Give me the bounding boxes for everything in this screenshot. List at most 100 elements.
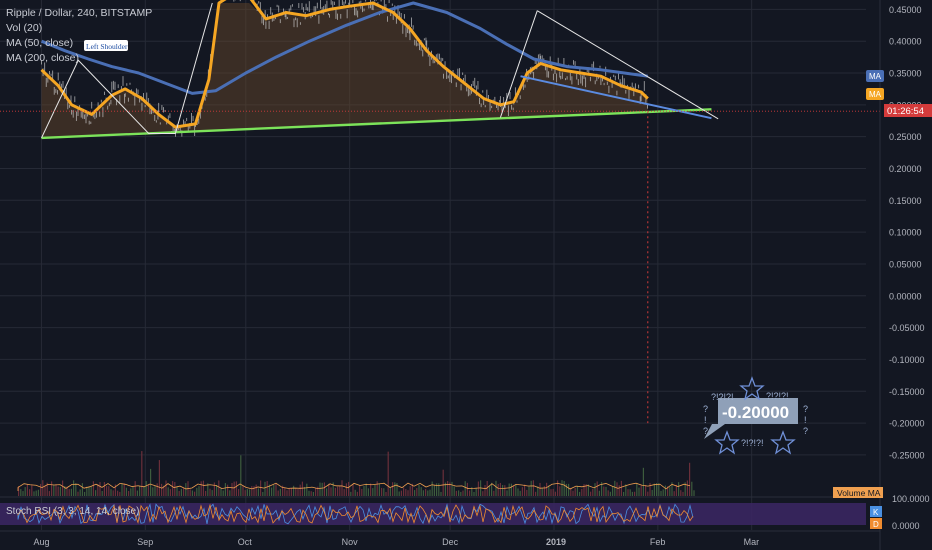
volume-bar bbox=[286, 490, 288, 496]
volume-bar bbox=[372, 488, 374, 496]
volume-bar bbox=[57, 486, 59, 496]
volume-bar bbox=[616, 482, 618, 496]
x-tick-label: Nov bbox=[342, 537, 359, 547]
volume-bar bbox=[563, 481, 565, 496]
y-tick-label: 0.05000 bbox=[889, 259, 922, 269]
volume-bar bbox=[546, 482, 548, 496]
volume-bar bbox=[200, 481, 202, 496]
symbol-title: Ripple / Dollar, 240, BITSTAMP bbox=[6, 7, 153, 19]
volume-bar bbox=[293, 485, 295, 496]
volume-bar bbox=[682, 491, 684, 496]
volume-bar bbox=[469, 490, 471, 496]
volume-bar bbox=[568, 483, 570, 496]
volume-bar bbox=[297, 488, 299, 496]
qmark-left3: ? bbox=[703, 426, 708, 436]
volume-bar bbox=[418, 484, 420, 496]
volume-bar bbox=[431, 481, 433, 496]
indicator-ma200[interactable]: MA (200, close) bbox=[6, 51, 152, 66]
volume-bar bbox=[62, 480, 64, 496]
volume-bar bbox=[202, 480, 204, 496]
stoch-axis-100: 100.0000 bbox=[892, 494, 930, 504]
volume-bar bbox=[376, 481, 378, 496]
volume-bar bbox=[176, 486, 178, 496]
volume-bar bbox=[264, 481, 266, 496]
volume-bar bbox=[246, 489, 248, 496]
volume-bar bbox=[660, 490, 662, 496]
volume-bar bbox=[88, 486, 90, 496]
volume-bar bbox=[515, 485, 517, 496]
x-tick-label: Mar bbox=[744, 537, 760, 547]
volume-bar bbox=[686, 480, 688, 496]
ma200-tag: MA bbox=[869, 72, 882, 81]
volume-bar bbox=[134, 481, 136, 496]
volume-bar bbox=[345, 483, 347, 496]
volume-bar bbox=[161, 483, 163, 496]
volume-bar bbox=[517, 488, 519, 496]
volume-bar bbox=[557, 480, 559, 496]
volume-bar bbox=[169, 489, 171, 496]
volume-bar bbox=[605, 486, 607, 496]
volume-bar bbox=[220, 487, 222, 496]
volume-bar bbox=[33, 491, 35, 496]
volume-bar bbox=[147, 484, 149, 496]
volume-bar bbox=[383, 488, 385, 496]
volume-bar bbox=[370, 483, 372, 496]
volume-bar bbox=[460, 491, 462, 496]
volume-bar bbox=[224, 483, 226, 496]
volume-bar bbox=[31, 485, 33, 496]
y-tick-label: 0.20000 bbox=[889, 164, 922, 174]
indicator-ma50[interactable]: MA (50, close) bbox=[6, 36, 152, 51]
volume-bar bbox=[409, 486, 411, 496]
volume-bar bbox=[693, 490, 695, 496]
volume-bar bbox=[528, 486, 530, 496]
chart-legend: Ripple / Dollar, 240, BITSTAMP Vol (20) … bbox=[6, 6, 152, 66]
volume-bar bbox=[367, 488, 369, 496]
qmarks-top2: ?!?!?! bbox=[766, 391, 789, 401]
volume-bar bbox=[180, 488, 182, 496]
volume-bar bbox=[629, 489, 631, 496]
volume-bar bbox=[266, 481, 268, 496]
volume-bar bbox=[447, 480, 449, 496]
volume-bar bbox=[425, 489, 427, 496]
volume-bar bbox=[381, 487, 383, 496]
volume-bar bbox=[484, 485, 486, 496]
volume-bar bbox=[183, 488, 185, 496]
y-tick-label: -0.20000 bbox=[889, 419, 925, 429]
volume-bar bbox=[271, 487, 273, 496]
volume-bar bbox=[48, 491, 50, 496]
volume-bar bbox=[429, 489, 431, 496]
volume-bar bbox=[334, 487, 336, 496]
volume-bar bbox=[154, 485, 156, 496]
volume-bar bbox=[387, 451, 389, 496]
volume-bar bbox=[678, 482, 680, 496]
volume-bar bbox=[594, 483, 596, 496]
y-tick-label: -0.25000 bbox=[889, 450, 925, 460]
volume-bar bbox=[262, 491, 264, 496]
volume-bar bbox=[198, 486, 200, 496]
volume-bar bbox=[576, 485, 578, 496]
volume-bar bbox=[77, 491, 79, 496]
volume-bar bbox=[673, 491, 675, 496]
stoch-d-tag: D bbox=[873, 520, 879, 529]
volume-bar bbox=[640, 485, 642, 496]
volume-bar bbox=[541, 488, 543, 496]
volume-bar bbox=[308, 490, 310, 496]
volume-bar bbox=[253, 486, 255, 496]
volume-bar bbox=[374, 485, 376, 496]
indicator-volume[interactable]: Vol (20) bbox=[6, 21, 152, 36]
volume-bar bbox=[420, 487, 422, 496]
price-chart[interactable]: 0.450000.400000.350000.300000.250000.200… bbox=[0, 0, 932, 550]
volume-bar bbox=[136, 490, 138, 496]
volume-bar bbox=[189, 489, 191, 496]
volume-bar bbox=[389, 487, 391, 496]
volume-bar bbox=[598, 490, 600, 496]
volume-bar bbox=[81, 483, 83, 496]
volume-bar bbox=[341, 480, 343, 496]
volume-bar bbox=[614, 480, 616, 496]
volume-bar bbox=[361, 488, 363, 496]
volume-bar bbox=[231, 482, 233, 496]
volume-bar bbox=[150, 468, 152, 496]
y-tick-label: 0.45000 bbox=[889, 5, 922, 15]
volume-bar bbox=[596, 481, 598, 496]
volume-bar bbox=[86, 486, 88, 496]
